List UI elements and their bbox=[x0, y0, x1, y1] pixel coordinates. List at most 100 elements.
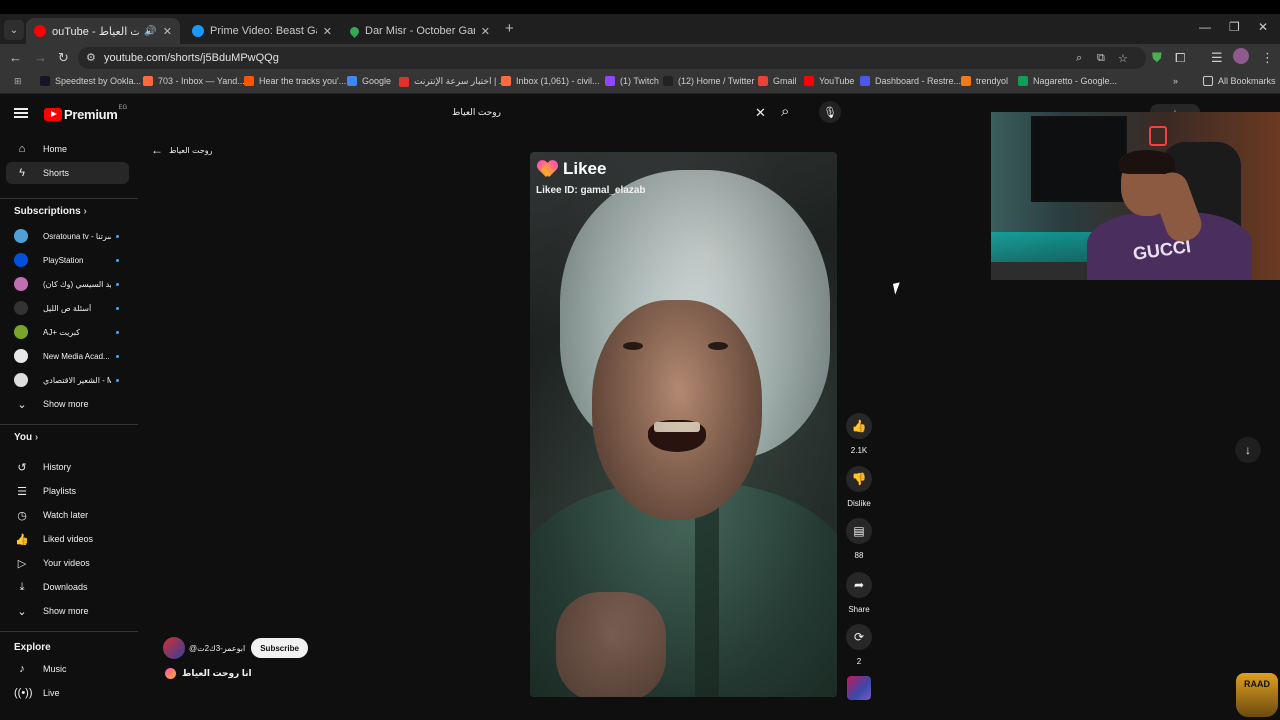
site-info-icon[interactable]: ⚙ bbox=[86, 51, 96, 64]
restore-icon[interactable]: ❐ bbox=[1229, 20, 1240, 34]
remix-icon[interactable]: ⟳ bbox=[846, 624, 872, 650]
zoom-icon[interactable]: ⌕ bbox=[1076, 52, 1082, 65]
sidebar-item-history[interactable]: ↺ History bbox=[6, 456, 129, 478]
remix-action[interactable]: ⟳ 2 bbox=[842, 624, 876, 666]
share-icon[interactable]: ➦ bbox=[846, 572, 872, 598]
search-icon[interactable]: ⌕ bbox=[781, 103, 789, 120]
subscription-item[interactable]: Osratouna tv - اسرتنا bbox=[14, 227, 124, 245]
video-vignette bbox=[530, 152, 837, 697]
bookmark-favicon-icon bbox=[40, 76, 50, 86]
bookmark-item[interactable]: 703 - Inbox — Yand... bbox=[143, 76, 245, 86]
dislike-action[interactable]: 👎 Dislike bbox=[842, 466, 876, 508]
menu-kebab-icon[interactable]: ⋮ bbox=[1261, 50, 1274, 66]
bookmark-favicon-icon bbox=[501, 76, 511, 86]
screen-top-strip bbox=[0, 0, 1280, 14]
bookmark-item[interactable]: Dashboard - Restre... bbox=[860, 76, 961, 86]
close-tab-icon[interactable]: ✕ bbox=[481, 25, 490, 38]
subscription-item[interactable]: AJ+ كبريت bbox=[14, 323, 124, 341]
clear-search-icon[interactable]: ✕ bbox=[755, 105, 766, 121]
bookmark-item[interactable]: Gmail bbox=[758, 76, 797, 86]
apps-grid-icon[interactable]: ⊞ bbox=[14, 76, 22, 87]
subscriptions-header[interactable]: Subscriptions › bbox=[14, 206, 87, 217]
close-tab-icon[interactable]: ✕ bbox=[323, 25, 332, 38]
forward-icon[interactable]: → bbox=[34, 50, 47, 65]
subscription-item[interactable]: أسئلة ص الليل bbox=[14, 299, 124, 317]
sidebar-item-show-more[interactable]: ⌄ Show more bbox=[6, 393, 129, 415]
all-bookmarks-folder[interactable]: All Bookmarks bbox=[1203, 76, 1276, 86]
sidebar-item-playlists[interactable]: ☰ Playlists bbox=[6, 480, 129, 502]
comments-action[interactable]: ▤ 88 bbox=[842, 518, 876, 560]
subscription-item[interactable]: New Media Acad... bbox=[14, 347, 124, 365]
sidebar-item-watch-later[interactable]: ◷ Watch later bbox=[6, 504, 129, 526]
channel-avatar bbox=[14, 373, 28, 387]
facecam-neon-sign bbox=[1149, 126, 1167, 146]
sidebar-item-shorts[interactable]: ϟ Shorts bbox=[6, 162, 129, 184]
profile-avatar[interactable] bbox=[1233, 48, 1249, 64]
back-to-search-link[interactable]: ← روحت العياط bbox=[151, 143, 213, 157]
subscription-name: AJ+ كبريت bbox=[43, 327, 80, 337]
url-text[interactable]: youtube.com/shorts/j5BduMPwQQg bbox=[104, 52, 279, 64]
youtube-premium-logo[interactable]: Premium EG bbox=[44, 105, 127, 122]
tab-dar-misr[interactable]: Dar Misr - October Gardens to ✕ bbox=[342, 18, 498, 44]
extensions-puzzle-icon[interactable]: ⧠ bbox=[1175, 50, 1185, 66]
dislike-icon[interactable]: 👎 bbox=[846, 466, 872, 492]
subscription-item[interactable]: اللواء وليد السيسي (وك كان) bbox=[14, 275, 124, 293]
voice-search-icon[interactable]: 🎙 bbox=[819, 101, 841, 123]
like-action[interactable]: 👍 2.1K bbox=[842, 413, 876, 455]
sidebar-item-home[interactable]: ⌂ Home bbox=[6, 138, 129, 160]
share-action[interactable]: ➦ Share bbox=[842, 572, 876, 614]
address-bar[interactable]: ⚙ youtube.com/shorts/j5BduMPwQQg ⌕ ⧉ ☆ bbox=[78, 47, 1146, 69]
comment-icon[interactable]: ▤ bbox=[846, 518, 872, 544]
install-app-icon[interactable]: ⧉ bbox=[1097, 52, 1105, 65]
sidebar-item-label: Liked videos bbox=[43, 534, 94, 544]
close-window-icon[interactable]: ✕ bbox=[1258, 20, 1268, 34]
bookmark-item[interactable]: Nagaretto - Google... bbox=[1018, 76, 1117, 86]
you-header[interactable]: You › bbox=[14, 432, 38, 443]
channel-avatar[interactable] bbox=[163, 637, 185, 659]
sidebar-item-downloads[interactable]: ⤓ Downloads bbox=[6, 576, 129, 598]
back-icon[interactable]: ← bbox=[9, 50, 22, 65]
bookmark-item[interactable]: Google bbox=[347, 76, 391, 86]
guide-menu-icon[interactable] bbox=[14, 108, 28, 118]
explore-header[interactable]: Explore bbox=[14, 642, 51, 653]
bookmark-item[interactable]: Hear the tracks you'... bbox=[244, 76, 346, 86]
like-icon[interactable]: 👍 bbox=[846, 413, 872, 439]
bookmark-label: Nagaretto - Google... bbox=[1033, 76, 1118, 86]
tab-prime-video[interactable]: Prime Video: Beast Games - Se ✕ bbox=[184, 18, 340, 44]
close-tab-icon[interactable]: ✕ bbox=[163, 25, 172, 38]
bookmark-item[interactable]: YouTube bbox=[804, 76, 854, 86]
bookmark-favicon-icon bbox=[143, 76, 153, 86]
bookmark-item[interactable]: Inbox (1,061) - civil... bbox=[501, 76, 600, 86]
subscription-item[interactable]: PlayStation bbox=[14, 251, 124, 269]
minimize-icon[interactable]: — bbox=[1199, 20, 1211, 34]
subscription-item[interactable]: الشعير الاقتصادي - M... bbox=[14, 371, 124, 389]
sidebar-item-your-videos[interactable]: ▷ Your videos bbox=[6, 552, 129, 574]
bookmark-item[interactable]: Speedtest by Ookla... bbox=[40, 76, 141, 86]
more-bookmarks-icon[interactable]: » bbox=[1173, 76, 1178, 86]
new-tab-icon[interactable]: + bbox=[505, 20, 514, 37]
shorts-video-player[interactable]: Likee Likee ID: gamal_elazab bbox=[530, 152, 837, 697]
extension-shield-icon[interactable]: ⛊ bbox=[1152, 50, 1162, 66]
tab-youtube[interactable]: ouTube - انا روحت العياط 🔊 ✕ bbox=[26, 18, 180, 44]
new-content-dot bbox=[116, 258, 119, 262]
reload-icon[interactable]: ↻ bbox=[58, 50, 69, 66]
sidebar-item-liked-videos[interactable]: 👍 Liked videos bbox=[6, 528, 129, 550]
bookmark-item[interactable]: (1) Twitch bbox=[605, 76, 659, 86]
sidebar-item-music[interactable]: ♪ Music bbox=[6, 658, 129, 680]
search-input[interactable]: روحت العياط bbox=[452, 107, 501, 118]
bookmark-item[interactable]: (12) Home / Twitter bbox=[663, 76, 754, 86]
sound-channel-thumbnail[interactable] bbox=[847, 676, 871, 700]
likee-brand-text: Likee bbox=[563, 159, 607, 178]
sidebar-item-live[interactable]: ((•)) Live bbox=[6, 682, 129, 704]
search-box[interactable]: روحت العياط ✕ bbox=[450, 100, 775, 126]
subscribe-button[interactable]: Subscribe bbox=[251, 638, 308, 658]
bookmark-item[interactable]: trendyol bbox=[961, 76, 1008, 86]
media-controls-icon[interactable]: ☰ bbox=[1211, 50, 1223, 66]
bookmark-item[interactable]: اختبار سرعة الإنترنت | ... bbox=[399, 76, 506, 87]
speaker-icon[interactable]: 🔊 bbox=[144, 26, 156, 37]
next-short-icon[interactable]: ↓ bbox=[1235, 437, 1261, 463]
tab-search-button[interactable]: ⌄ bbox=[4, 20, 24, 40]
bookmark-star-icon[interactable]: ☆ bbox=[1118, 52, 1128, 65]
sidebar-item-show-more[interactable]: ⌄ Show more bbox=[6, 600, 129, 622]
channel-handle[interactable]: @ابوعمر-3ك2ت bbox=[189, 644, 245, 653]
